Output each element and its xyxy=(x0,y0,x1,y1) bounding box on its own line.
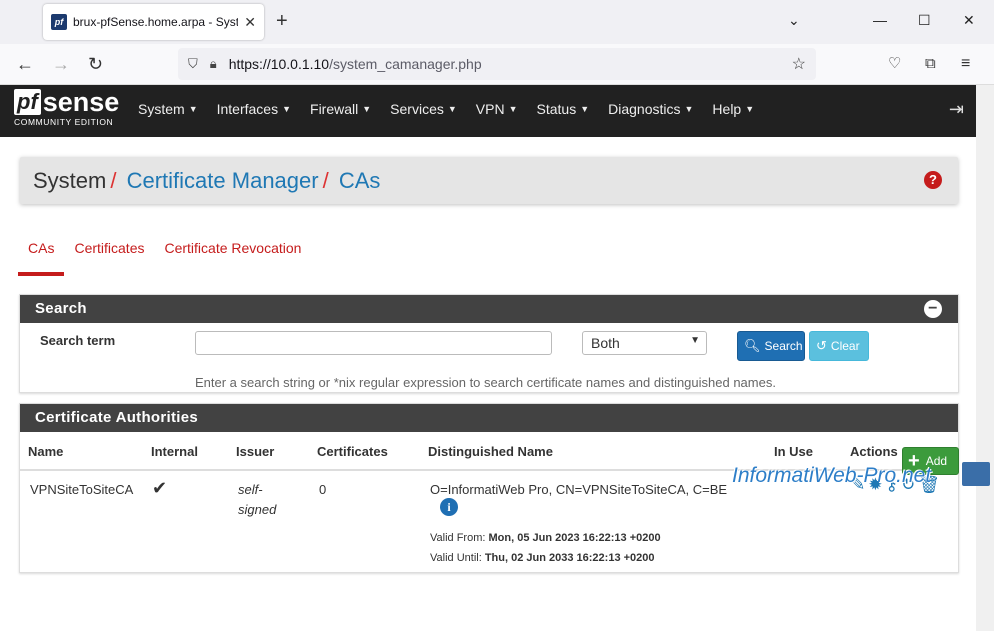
new-tab-icon[interactable]: + xyxy=(276,11,288,31)
logo-edition: COMMUNITY EDITION xyxy=(14,117,114,127)
search-panel-title: Search xyxy=(35,300,87,317)
tab-title: brux-pfSense.home.arpa - Syste xyxy=(73,15,239,29)
clear-button[interactable]: ↺ Clear xyxy=(809,331,869,361)
search-panel: Search − Search term Both ▼ 🔍︎ Search ↺ … xyxy=(19,294,959,393)
search-panel-header: Search − xyxy=(20,295,958,323)
logo-sense: sense xyxy=(42,87,120,117)
app-menu-icon[interactable]: ≡ xyxy=(961,54,970,74)
search-help-text: Enter a search string or *nix regular ex… xyxy=(195,375,776,390)
ca-distinguished-name: O=InformatiWeb Pro, CN=VPNSiteToSiteCA, … xyxy=(430,482,728,497)
check-icon: ✔ xyxy=(152,478,168,498)
tab-certificates[interactable]: Certificates xyxy=(64,233,154,276)
search-button-label: Search xyxy=(764,339,803,353)
column-header-in-use: In Use xyxy=(774,444,814,459)
search-term-label: Search term xyxy=(40,333,116,348)
breadcrumb-cas[interactable]: CAs xyxy=(339,168,381,193)
reload-icon[interactable]: ↻ xyxy=(88,54,103,74)
bookmark-star-icon[interactable]: ☆ xyxy=(792,54,806,74)
ca-certificates-count: 0 xyxy=(319,482,327,497)
ca-panel-header: Certificate Authorities xyxy=(20,404,958,432)
column-header-certificates: Certificates xyxy=(317,444,388,459)
ca-valid-until: Valid Until: Thu, 02 Jun 2033 16:22:13 +… xyxy=(430,552,655,564)
browser-tab[interactable]: pf brux-pfSense.home.arpa - Syste ✕ xyxy=(43,4,264,40)
logout-icon[interactable]: ⇥ xyxy=(949,99,964,120)
breadcrumb-certificate-manager[interactable]: Certificate Manager xyxy=(127,168,319,193)
menu-help[interactable]: Help ▼ xyxy=(712,101,754,117)
ca-valid-from: Valid From: Mon, 05 Jun 2023 16:22:13 +0… xyxy=(430,532,661,544)
menu-diagnostics[interactable]: Diagnostics ▼ xyxy=(608,101,693,117)
column-header-issuer: Issuer xyxy=(236,444,275,459)
shield-icon[interactable]: ⛉ xyxy=(188,56,198,72)
search-term-input[interactable] xyxy=(195,331,552,355)
column-header-name: Name xyxy=(28,444,64,459)
menu-status[interactable]: Status ▼ xyxy=(537,101,590,117)
search-button[interactable]: 🔍︎ Search xyxy=(737,331,805,361)
tab-list-chevron-icon[interactable]: ⌄ xyxy=(788,12,800,29)
back-icon[interactable]: ← xyxy=(16,54,34,74)
pfsense-favicon-icon: pf xyxy=(51,14,67,30)
column-header-internal: Internal xyxy=(151,444,198,459)
search-scope-value: Both xyxy=(591,335,620,351)
minimize-icon[interactable]: — xyxy=(873,12,887,28)
pfsense-logo[interactable]: pf sense COMMUNITY EDITION xyxy=(14,89,119,127)
clear-button-label: Clear xyxy=(830,339,860,353)
ca-panel-title: Certificate Authorities xyxy=(35,409,199,426)
menu-services[interactable]: Services ▼ xyxy=(390,101,457,117)
lock-icon[interactable]: 🔒︎ xyxy=(210,56,217,72)
help-icon[interactable]: ? xyxy=(924,171,942,189)
page-content: System / Certificate Manager / CAs ? CAs C… xyxy=(0,137,976,631)
close-tab-icon[interactable]: ✕ xyxy=(244,14,256,31)
chevron-down-icon: ▼ xyxy=(690,335,700,346)
breadcrumb: System / Certificate Manager / CAs ? xyxy=(20,157,958,204)
browser-navbar: ← → ↻ ⛉ 🔒︎ https://10.0.1.10/system_cama… xyxy=(0,44,994,85)
subtabs: CAs Certificates Certificate Revocation xyxy=(18,233,311,276)
tab-cas[interactable]: CAs xyxy=(18,233,65,276)
undo-icon: ↺ xyxy=(816,338,827,353)
column-header-distinguished-name: Distinguished Name xyxy=(428,444,553,459)
ca-name: VPNSiteToSiteCA xyxy=(30,482,134,497)
column-header-actions: Actions xyxy=(850,444,898,459)
logo-pf: pf xyxy=(14,89,41,115)
info-icon[interactable]: i xyxy=(440,498,458,516)
tab-certificate-revocation[interactable]: Certificate Revocation xyxy=(154,233,311,276)
ca-issuer-line2: signed xyxy=(238,502,277,517)
menu-firewall[interactable]: Firewall ▼ xyxy=(310,101,371,117)
pfsense-header: pf sense COMMUNITY EDITION System ▼ Inter… xyxy=(0,85,976,137)
close-window-icon[interactable]: ✕ xyxy=(963,12,975,29)
collapse-icon[interactable]: − xyxy=(924,300,942,318)
browser-tabbar: pf brux-pfSense.home.arpa - Syste ✕ + ⌄ … xyxy=(0,0,994,44)
forward-icon[interactable]: → xyxy=(52,54,70,74)
url-bar[interactable]: ⛉ 🔒︎ https://10.0.1.10/system_camanager.… xyxy=(178,48,816,80)
extensions-icon[interactable]: ⧉ xyxy=(925,54,936,74)
watermark: InformatiWeb-Pro.net xyxy=(732,464,932,487)
search-icon: 🔍︎ xyxy=(744,338,761,353)
breadcrumb-system: System xyxy=(33,168,107,193)
page-scrollbar[interactable] xyxy=(976,85,994,631)
watermark-logo-icon xyxy=(962,462,990,486)
search-scope-select[interactable]: Both ▼ xyxy=(582,331,707,355)
url-text[interactable]: https://10.0.1.10/system_camanager.php xyxy=(229,56,482,72)
menu-vpn[interactable]: VPN ▼ xyxy=(476,101,518,117)
ca-issuer-line1: self- xyxy=(238,482,263,497)
ca-panel: Certificate Authorities Name Internal Is… xyxy=(19,403,959,573)
main-menu: System ▼ Interfaces ▼ Firewall ▼ Services ▼ … xyxy=(138,101,773,117)
pocket-icon[interactable]: ♡ xyxy=(888,54,901,74)
maximize-icon[interactable]: ☐ xyxy=(918,12,931,29)
menu-interfaces[interactable]: Interfaces ▼ xyxy=(217,101,291,117)
menu-system[interactable]: System ▼ xyxy=(138,101,198,117)
